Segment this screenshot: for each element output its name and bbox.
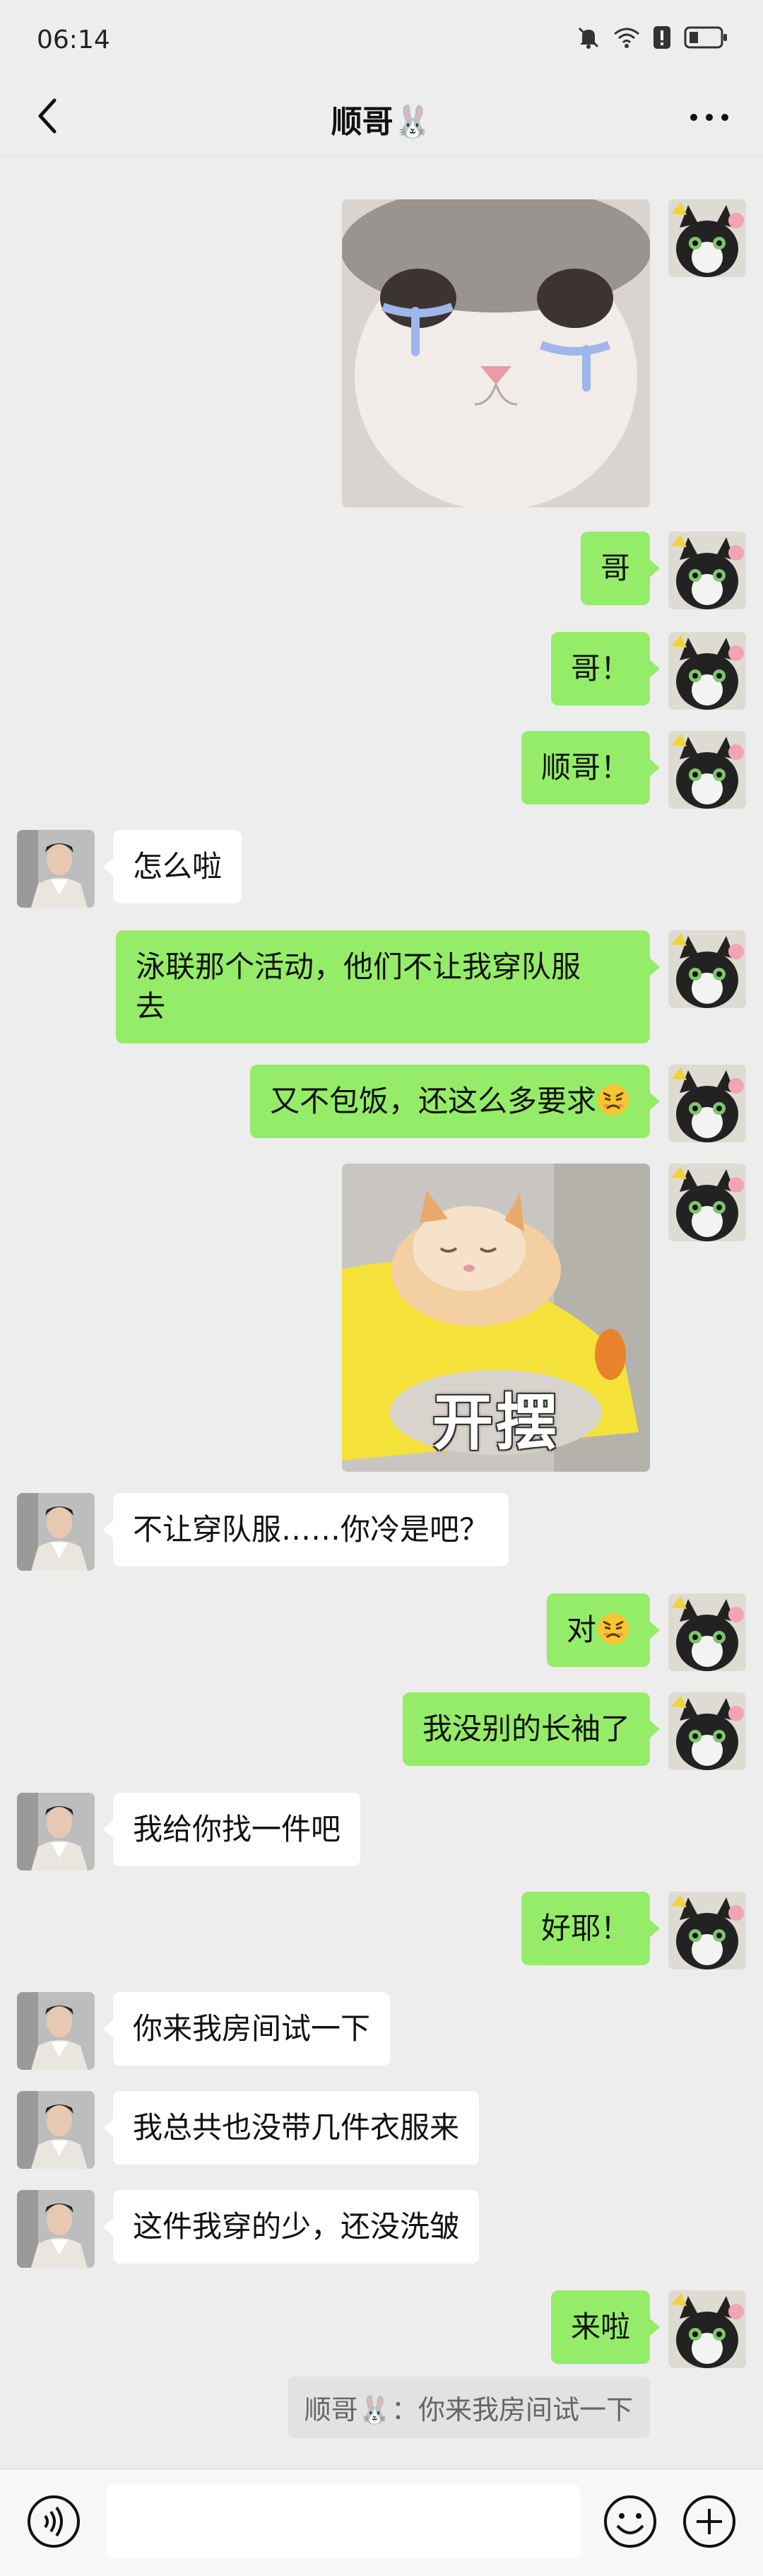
message-text: 我总共也没带几件衣服来 [133, 2110, 460, 2145]
message-row: 对 [0, 1593, 763, 1671]
voice-icon [25, 2495, 82, 2553]
message-text: 这件我穿的少，还没洗皱 [133, 2209, 460, 2244]
message-text-line: 去 [136, 989, 166, 1024]
my-message-bubble[interactable]: 顺哥！ [521, 731, 661, 804]
quoted-message-text: 顺哥🐰：你来我房间试一下 [304, 2394, 633, 2425]
my-message-bubble[interactable]: 好耶！ [521, 1892, 661, 1965]
chat-header: 顺哥🐰 [0, 78, 763, 157]
my-avatar[interactable] [668, 199, 746, 277]
contact-message-bubble[interactable]: 怎么啦 [102, 830, 242, 903]
chat-area[interactable]: 哥 哥！ 顺哥！ 怎么啦 泳联那个活动，他们不让我穿队服 去 又不包饭，还这么多… [0, 157, 763, 2469]
message-row: 又不包饭，还这么多要求 [0, 1065, 763, 1142]
status-bar: 06:14 [0, 0, 763, 78]
contact-message-bubble[interactable]: 我给你找一件吧 [102, 1793, 361, 1866]
message-text: 哥 [600, 551, 630, 585]
my-avatar[interactable] [668, 632, 746, 710]
contact-message-bubble[interactable]: 我总共也没带几件衣服来 [102, 2091, 480, 2165]
my-message-bubble[interactable]: 哥！ [550, 632, 661, 706]
message-row: 哥 [0, 532, 763, 609]
message-text: 我没别的长袖了 [422, 1711, 630, 1746]
message-text: 来啦 [570, 2309, 630, 2344]
contact-message-bubble[interactable]: 这件我穿的少，还没洗皱 [102, 2190, 480, 2264]
message-row: 顺哥！ [0, 731, 763, 809]
my-avatar[interactable] [668, 930, 746, 1008]
message-row: 来啦 [0, 2290, 763, 2368]
sleeping-cat-sticker[interactable]: 开摆 [342, 1164, 650, 1472]
quoted-message[interactable]: 顺哥🐰：你来我房间试一下 [287, 2377, 650, 2438]
my-avatar[interactable] [668, 731, 746, 809]
my-message-bubble[interactable]: 泳联那个活动，他们不让我穿队服 去 [116, 930, 660, 1043]
message-text: 好耶！ [540, 1911, 630, 1945]
message-row: 开摆 [0, 1164, 763, 1472]
my-avatar[interactable] [668, 1892, 746, 1969]
my-avatar[interactable] [668, 532, 746, 609]
chat-title: 顺哥🐰 [331, 104, 432, 140]
message-row: 这件我穿的少，还没洗皱 [0, 2190, 763, 2268]
battery-icon [684, 26, 728, 49]
contact-avatar[interactable] [17, 2190, 95, 2268]
message-row: 哥！ [0, 632, 763, 710]
my-avatar[interactable] [668, 1692, 746, 1770]
contact-avatar[interactable] [17, 1793, 95, 1870]
contact-avatar[interactable] [17, 1992, 95, 2070]
my-message-bubble[interactable]: 又不包饭，还这么多要求 [249, 1065, 661, 1138]
message-text: 哥！ [570, 651, 630, 686]
message-row: 泳联那个活动，他们不让我穿队服 去 [0, 930, 763, 1043]
my-avatar[interactable] [668, 1164, 746, 1241]
message-row: 不让穿队服……你冷是吧？ [0, 1493, 763, 1571]
message-row: 怎么啦 [0, 830, 763, 908]
message-text: 你来我房间试一下 [133, 2011, 371, 2046]
message-text: 怎么啦 [133, 849, 223, 884]
angry-face-emoji [596, 1083, 630, 1117]
message-text-line: 泳联那个活动，他们不让我穿队服 [136, 949, 581, 984]
smiley-icon [602, 2495, 658, 2553]
my-avatar[interactable] [668, 1065, 746, 1142]
message-row: 我没别的长袖了 [0, 1692, 763, 1770]
alert-icon [653, 25, 671, 49]
emoji-button[interactable] [602, 2493, 658, 2550]
message-row: 好耶！ [0, 1892, 763, 1969]
wifi-icon [613, 27, 640, 48]
angry-face-emoji [596, 1612, 630, 1646]
message-text: 不让穿队服……你冷是吧？ [133, 1512, 490, 1547]
my-message-bubble[interactable]: 对 [546, 1593, 661, 1667]
my-message-bubble[interactable]: 来啦 [550, 2290, 661, 2364]
my-message-bubble[interactable]: 哥 [580, 532, 661, 605]
contact-message-bubble[interactable]: 不让穿队服……你冷是吧？ [102, 1493, 509, 1567]
message-text: 对 [566, 1612, 596, 1647]
crying-cat-sticker[interactable] [342, 199, 650, 508]
message-text: 我给你找一件吧 [133, 1812, 341, 1846]
sticker-caption: 开摆 [432, 1388, 560, 1458]
message-text: 顺哥！ [540, 750, 630, 785]
message-row: 我给你找一件吧 [0, 1793, 763, 1870]
contact-avatar[interactable] [17, 2091, 95, 2169]
message-row: 你来我房间试一下 [0, 1992, 763, 2070]
contact-message-bubble[interactable]: 你来我房间试一下 [102, 1992, 391, 2066]
status-icons [576, 25, 728, 49]
message-input[interactable] [106, 2485, 581, 2558]
more-functions-button[interactable] [681, 2493, 738, 2550]
message-row [0, 199, 763, 508]
input-bar [0, 2469, 763, 2576]
my-avatar[interactable] [668, 1593, 746, 1671]
voice-button[interactable] [25, 2493, 82, 2550]
more-button[interactable] [684, 99, 735, 136]
status-time: 06:14 [37, 25, 110, 54]
contact-avatar[interactable] [17, 830, 95, 908]
contact-avatar[interactable] [17, 1493, 95, 1571]
message-row: 我总共也没带几件衣服来 [0, 2091, 763, 2169]
message-text: 又不包饭，还这么多要求 [269, 1084, 596, 1118]
my-message-bubble[interactable]: 我没别的长袖了 [402, 1692, 661, 1766]
more-dots-icon [690, 111, 729, 124]
my-avatar[interactable] [668, 2290, 746, 2368]
mute-bell-icon [576, 25, 601, 49]
plus-circle-icon [681, 2495, 738, 2553]
